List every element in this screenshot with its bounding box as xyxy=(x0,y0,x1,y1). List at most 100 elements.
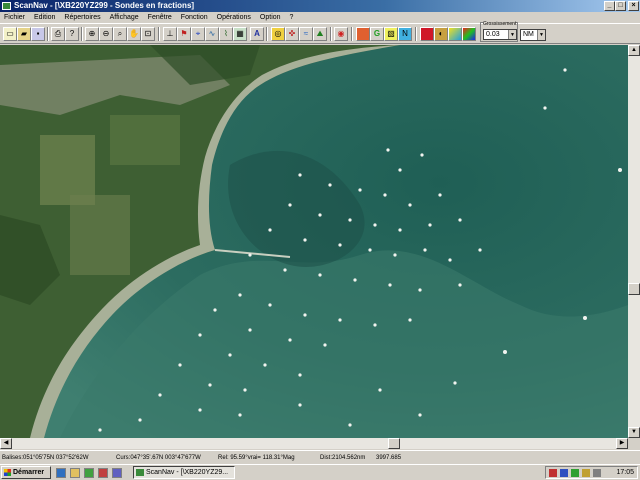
text-icon[interactable]: A xyxy=(250,27,264,41)
rgb-icon[interactable]: N xyxy=(398,27,412,41)
system-tray: 17:05 xyxy=(545,466,638,479)
scroll-up-icon[interactable]: ▲ xyxy=(628,45,640,56)
status-bar: Balises:051°05'75N 037°52'62W Curs:047°3… xyxy=(0,450,640,464)
scrollbar-corner xyxy=(628,438,640,449)
waypoint-icon[interactable]: ⌖ xyxy=(191,27,205,41)
start-button[interactable]: Démarrer xyxy=(1,466,51,479)
unit-select[interactable]: NM ▼ xyxy=(520,29,546,41)
grid-icon[interactable] xyxy=(356,27,370,41)
browser-icon[interactable] xyxy=(56,468,66,478)
desktop-icon[interactable] xyxy=(84,468,94,478)
gps-icon[interactable]: ◎ xyxy=(271,27,285,41)
color-icon[interactable] xyxy=(420,27,434,41)
field xyxy=(70,195,130,275)
scroll-right-icon[interactable]: ▶ xyxy=(616,438,628,449)
app-shortcut-icon[interactable] xyxy=(112,468,122,478)
start-label: Démarrer xyxy=(13,469,45,476)
save-icon[interactable]: ▪ xyxy=(31,27,45,41)
zoom-window-icon[interactable]: ⌕ xyxy=(113,27,127,41)
tray-icon[interactable] xyxy=(571,469,579,477)
zoom-in-icon[interactable]: ⊕ xyxy=(85,27,99,41)
volume-icon[interactable] xyxy=(593,469,601,477)
horizontal-scroll-thumb[interactable] xyxy=(388,438,400,449)
info-icon[interactable]: ? xyxy=(65,27,79,41)
scannav-window: ScanNav - [\XB220YZ299 - Sondes en fract… xyxy=(0,0,640,480)
scale-value: 0.03 xyxy=(486,31,500,38)
unit-value: NM xyxy=(523,31,534,38)
taskbar-item-scannav[interactable]: ScanNav - [\XB220YZ29... xyxy=(133,466,235,479)
layer-icon[interactable]: ⛰ xyxy=(313,27,327,41)
palette-icon[interactable]: ▧ xyxy=(384,27,398,41)
field xyxy=(40,135,95,205)
menu-directories[interactable]: Répertoires xyxy=(64,14,100,21)
track-icon[interactable]: ∿ xyxy=(205,27,219,41)
scale-select[interactable]: 0.03 ▼ xyxy=(483,29,517,40)
menu-bar: Fichier Edition Répertoires Affichage Fe… xyxy=(0,12,640,23)
scale-group: Grossissement 0.03 ▼ xyxy=(480,21,518,42)
app-icon[interactable] xyxy=(2,2,11,10)
aerial-photo xyxy=(0,45,628,438)
clock[interactable]: 17:05 xyxy=(616,467,634,478)
menu-option[interactable]: Option xyxy=(260,14,281,21)
menu-edit[interactable]: Edition xyxy=(34,14,55,21)
title-bar[interactable]: ScanNav - [\XB220YZ299 - Sondes en fract… xyxy=(0,0,640,12)
taskbar-item-label: ScanNav - [\XB220YZ29... xyxy=(146,469,229,476)
menu-view[interactable]: Affichage xyxy=(110,14,139,21)
toolbar-separator xyxy=(81,27,83,41)
field xyxy=(110,115,180,165)
depth-icon[interactable]: ⌇ xyxy=(219,27,233,41)
toolbar-separator xyxy=(330,27,332,41)
full-view-icon[interactable]: ⊡ xyxy=(141,27,155,41)
status-cursor-position: Curs:047°35'.67N 003°47'677W xyxy=(116,455,201,461)
compass-icon[interactable]: ✜ xyxy=(285,27,299,41)
open-icon[interactable]: ▰ xyxy=(17,27,31,41)
color-balance-icon[interactable] xyxy=(462,27,476,41)
menu-file[interactable]: Fichier xyxy=(4,14,25,21)
toolbar-separator xyxy=(47,27,49,41)
pan-icon[interactable]: ✋ xyxy=(127,27,141,41)
app-shortcut-icon[interactable] xyxy=(98,468,108,478)
tide-icon[interactable]: ≈ xyxy=(299,27,313,41)
status-distance: Dist:2104.562nm xyxy=(320,455,366,461)
menu-window[interactable]: Fenêtre xyxy=(148,14,172,21)
status-extra: 3997.685 xyxy=(376,455,402,461)
minimize-button[interactable]: _ xyxy=(604,1,615,11)
mob-icon[interactable]: ◉ xyxy=(334,27,348,41)
horizontal-scrollbar[interactable]: ◀ ▶ xyxy=(0,438,628,449)
scroll-down-icon[interactable]: ▼ xyxy=(628,427,640,438)
tray-icon[interactable] xyxy=(582,469,590,477)
window-title: ScanNav - [\XB220YZ299 - Sondes en fract… xyxy=(14,1,195,10)
toolbar-separator xyxy=(351,27,353,41)
status-balises: Balises:051°05'75N 037°52'62W xyxy=(2,455,89,461)
mail-icon[interactable] xyxy=(70,468,80,478)
new-icon[interactable]: ▭ xyxy=(3,27,17,41)
status-bearing: Rel: 95.59°vrai= 118.31°Mag xyxy=(218,455,295,461)
aerial-chart-view[interactable] xyxy=(0,45,628,438)
contrast-icon[interactable] xyxy=(448,27,462,41)
scale-caption: Grossissement xyxy=(483,21,517,27)
toolbar-separator xyxy=(415,27,417,41)
vertical-scroll-thumb[interactable] xyxy=(628,283,640,295)
scroll-left-icon[interactable]: ◀ xyxy=(0,438,12,449)
select-icon[interactable]: ⊥ xyxy=(163,27,177,41)
taskbar: Démarrer ScanNav - [\XB220YZ29... 17:05 xyxy=(0,464,640,480)
pencil-icon[interactable]: G xyxy=(370,27,384,41)
maximize-button[interactable]: □ xyxy=(615,1,626,11)
close-button[interactable]: × xyxy=(628,1,639,11)
zoom-out-icon[interactable]: ⊖ xyxy=(99,27,113,41)
tray-icon[interactable] xyxy=(560,469,568,477)
menu-function[interactable]: Fonction xyxy=(181,14,208,21)
toolbar-separator xyxy=(158,27,160,41)
toolbar-separator xyxy=(266,27,268,41)
vertical-scrollbar[interactable]: ▲ ▼ xyxy=(628,45,640,438)
menu-operations[interactable]: Opérations xyxy=(217,14,251,21)
brightness-icon[interactable]: ◐ xyxy=(434,27,448,41)
tray-icon[interactable] xyxy=(549,469,557,477)
chevron-down-icon[interactable]: ▼ xyxy=(537,30,545,40)
app-icon xyxy=(136,469,144,476)
chart-icon[interactable]: ▦ xyxy=(233,27,247,41)
route-icon[interactable]: ⚑ xyxy=(177,27,191,41)
print-icon[interactable]: ⎙ xyxy=(51,27,65,41)
chevron-down-icon[interactable]: ▼ xyxy=(508,30,516,39)
menu-help[interactable]: ? xyxy=(290,14,294,21)
